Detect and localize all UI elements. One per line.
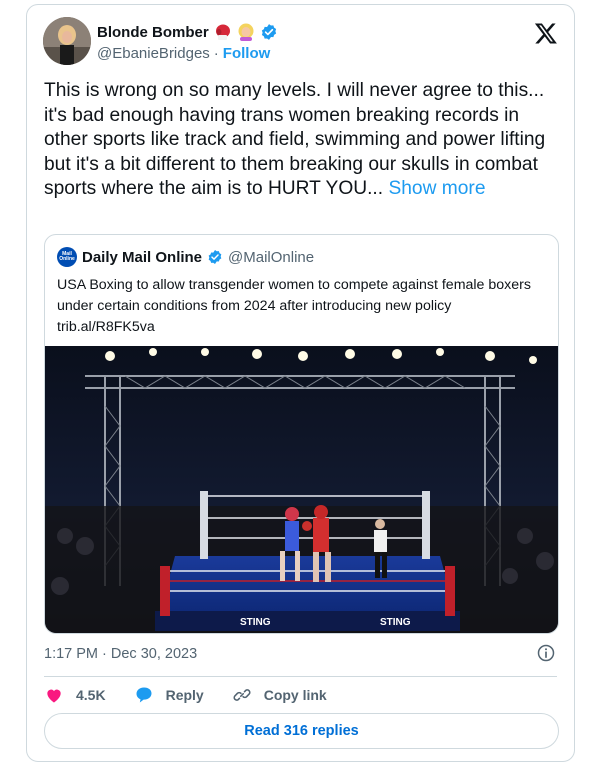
- tweet-timestamp[interactable]: 1:17 PM · Dec 30, 2023: [44, 646, 197, 662]
- avatar[interactable]: [43, 17, 91, 65]
- like-button[interactable]: 4.5K: [44, 685, 106, 705]
- reply-button[interactable]: Reply: [134, 685, 204, 705]
- ring-banner-right: STING: [380, 617, 411, 628]
- tweet-text: This is wrong on so many levels. I will …: [44, 79, 564, 202]
- display-name[interactable]: Blonde Bomber: [97, 24, 209, 41]
- follow-button[interactable]: Follow: [223, 45, 271, 62]
- read-replies-button[interactable]: Read 316 replies: [44, 713, 559, 749]
- quoted-handle: @MailOnline: [228, 248, 315, 266]
- quoted-tweet[interactable]: Mail Online Daily Mail Online @MailOnlin…: [44, 234, 559, 634]
- ring-banner-left: STING: [240, 617, 271, 628]
- copy-link-label: Copy link: [263, 687, 327, 703]
- reply-bubble-icon: [136, 687, 152, 703]
- verified-badge-icon: [261, 24, 276, 40]
- boxing-ring-photo[interactable]: STING STING: [45, 346, 559, 634]
- quoted-header: Mail Online Daily Mail Online @MailOnlin…: [57, 247, 314, 267]
- action-bar: 4.5K Reply Copy link: [44, 685, 355, 705]
- tweet-header: Blonde Bomber @EbanieBridges · Follow: [43, 17, 558, 69]
- verified-badge-icon: [208, 250, 222, 264]
- author-handle[interactable]: @EbanieBridges: [97, 45, 210, 62]
- heart-icon: [47, 689, 61, 703]
- x-logo-icon[interactable]: [534, 21, 558, 45]
- quoted-text: USA Boxing to allow transgender women to…: [57, 277, 531, 335]
- like-count: 4.5K: [76, 687, 106, 703]
- info-icon[interactable]: [536, 643, 556, 663]
- separator-dot: ·: [213, 45, 219, 62]
- tweet-card: Blonde Bomber @EbanieBridges · Follow Th…: [26, 4, 575, 762]
- copy-link-button[interactable]: Copy link: [232, 685, 327, 705]
- link-icon: [233, 689, 251, 701]
- reply-label: Reply: [165, 687, 204, 703]
- name-row: Blonde Bomber: [97, 23, 278, 41]
- handle-row: @EbanieBridges · Follow: [97, 45, 270, 62]
- woman-blonde-icon: [238, 23, 254, 41]
- quoted-display-name: Daily Mail Online: [82, 248, 203, 266]
- boxing-glove-icon: [215, 24, 230, 40]
- quoted-avatar: Mail Online: [57, 247, 77, 267]
- divider: [44, 676, 557, 677]
- show-more-link[interactable]: Show more: [388, 178, 485, 199]
